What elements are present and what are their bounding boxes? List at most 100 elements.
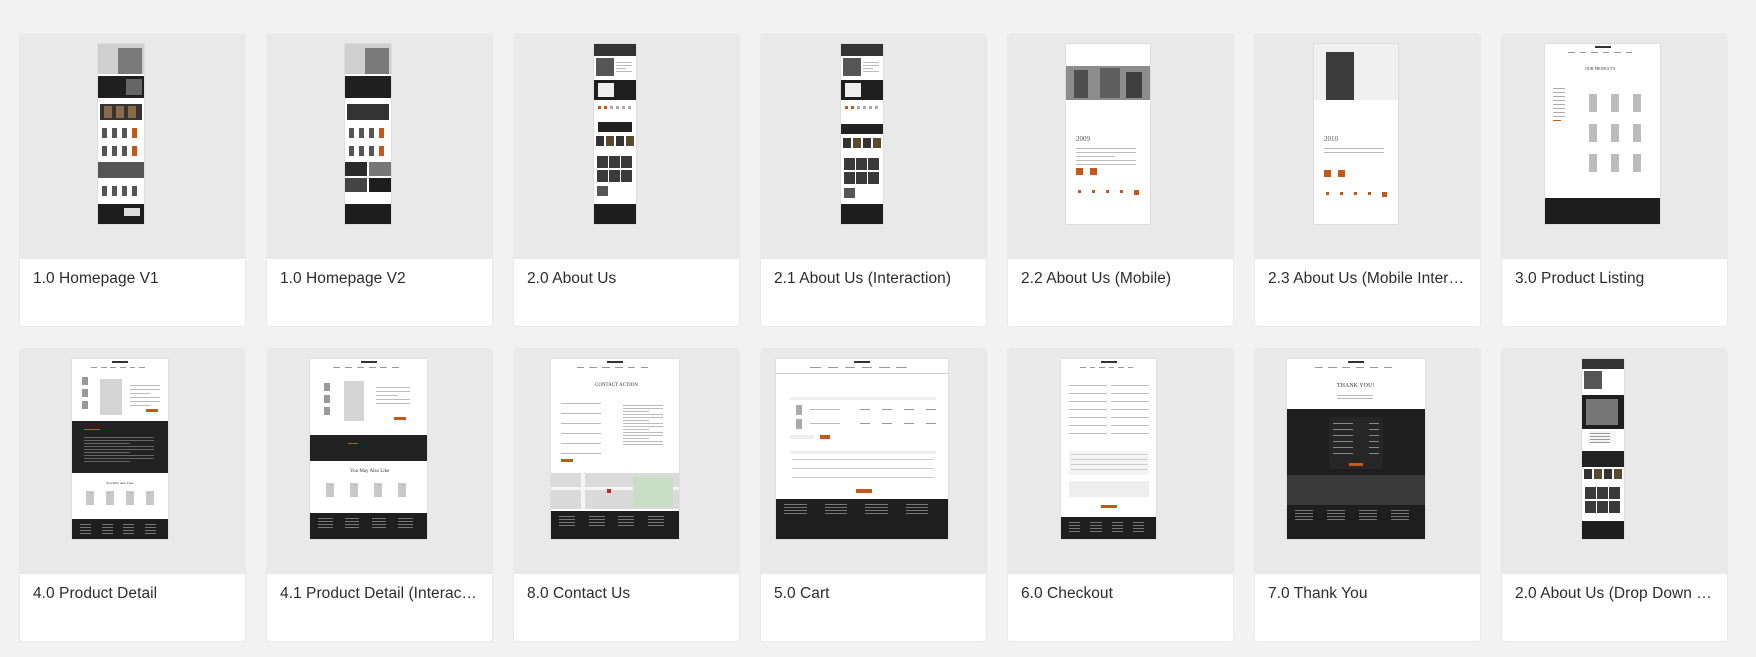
mockup-button	[394, 417, 406, 420]
mockup-heading: CONTACT ACTION	[595, 383, 638, 388]
mockup-filter-line	[1553, 120, 1561, 121]
mockup-nav-link	[844, 367, 856, 368]
mockup-field	[1111, 393, 1149, 394]
mockup-footer-line	[784, 507, 807, 508]
mockup-footer-line	[80, 533, 92, 534]
mockup-image	[853, 138, 861, 148]
mockup-footer-line	[1069, 531, 1081, 532]
mockup-dot	[1106, 190, 1109, 193]
mockup-dot	[604, 106, 607, 109]
mockup-footer-line	[318, 527, 333, 528]
mockup-product	[1589, 154, 1597, 172]
mockup-footer-line	[318, 524, 333, 525]
artboard-card[interactable]: CONTACT ACTION 8.0 Contact Us	[514, 349, 739, 641]
mockup-text-line	[882, 423, 892, 424]
mockup-footer-line	[1391, 510, 1409, 511]
mockup-text-line	[616, 62, 632, 63]
mockup-product	[112, 186, 117, 196]
mockup-footer-line	[1295, 510, 1313, 511]
mockup-product	[1633, 94, 1641, 112]
mockup-product	[359, 128, 364, 138]
artboard-card[interactable]: THANK YOU! 7.0 Thank You	[1255, 349, 1480, 641]
mockup-dot	[1382, 192, 1387, 197]
mockup-footer-line	[588, 516, 605, 517]
mockup-footer-line	[1090, 528, 1102, 529]
mockup-footer-line	[1069, 525, 1081, 526]
mockup-product	[104, 106, 112, 118]
mockup-image	[1126, 72, 1142, 98]
mockup-thumb	[82, 377, 88, 385]
artboard-card[interactable]: 2009 2.2 About Us (Mobile)	[1008, 34, 1233, 326]
mockup-nav-link	[1127, 367, 1134, 368]
mockup-nav-link	[1383, 367, 1392, 368]
mockup-dot	[1120, 190, 1123, 193]
mockup-footer-line	[1132, 522, 1144, 523]
mockup-dot	[1354, 192, 1357, 195]
mockup-footer-line	[398, 518, 413, 519]
artboard-card[interactable]: 2.1 About Us (Interaction)	[761, 34, 986, 326]
mockup-text-line	[904, 409, 914, 410]
artboard-card[interactable]: You May Also Like 4.1 Product Detail (Int…	[267, 349, 492, 641]
mockup-footer	[72, 519, 168, 539]
mockup-image	[1614, 469, 1622, 479]
mockup-nav-link	[1080, 367, 1086, 368]
mockup-footer-line	[344, 518, 360, 519]
mockup-text-line	[1324, 152, 1384, 153]
mockup-logo	[112, 361, 128, 363]
artboard-card[interactable]: 2.0 About Us (Drop Down M...	[1502, 349, 1727, 641]
artboard-card[interactable]: 6.0 Checkout	[1008, 349, 1233, 641]
artboard-card[interactable]: 1.0 Homepage V2	[267, 34, 492, 326]
artboard-card[interactable]: OUR PRODUCTS 3.0 Product Listing	[1502, 34, 1727, 326]
mockup-product	[379, 146, 384, 156]
mockup-image	[843, 138, 851, 148]
mockup-product	[122, 186, 127, 196]
artboard-card[interactable]: You May Also Like 4.0 Product Detail	[20, 349, 245, 641]
mockup-nav-link	[1568, 52, 1575, 53]
mockup-image	[1609, 487, 1620, 499]
mockup-thumb	[324, 383, 330, 391]
mockup-text-line	[863, 62, 879, 63]
mockup-text-line	[623, 435, 663, 436]
artboard-card[interactable]: 5.0 Cart	[761, 349, 986, 641]
mockup-text-line	[130, 389, 160, 390]
mockup-footer-line	[865, 513, 888, 514]
mockup-footer-line	[905, 504, 929, 505]
mockup-product	[126, 491, 134, 505]
mockup-text-line	[1076, 156, 1115, 157]
mockup-nav-link	[356, 367, 364, 368]
mockup-footer-line	[1327, 519, 1345, 520]
mockup-text-line	[1369, 423, 1379, 424]
mockup-footer-line	[559, 525, 576, 526]
mockup-product-row	[347, 104, 389, 120]
mockup-nav-link	[368, 367, 376, 368]
mockup-text-line	[1333, 447, 1353, 448]
mockup-footer	[594, 204, 636, 224]
mockup-dot	[622, 106, 625, 109]
mockup-nav-link	[391, 367, 399, 368]
artboard-label: 4.1 Product Detail (Interaction)	[280, 585, 492, 602]
artboard-preview-contact: CONTACT ACTION	[551, 359, 679, 539]
mockup-row-line	[792, 468, 934, 469]
mockup-footer-line	[647, 516, 664, 517]
mockup-footer-line	[1090, 525, 1102, 526]
mockup-nav-link	[1602, 52, 1610, 53]
mockup-hero	[841, 44, 883, 56]
mockup-footer-line	[1111, 525, 1123, 526]
mockup-nav-link	[100, 367, 107, 368]
mockup-button	[1349, 463, 1363, 466]
mockup-text-line	[376, 399, 410, 400]
mockup-text-line	[926, 423, 936, 424]
mockup-button	[820, 435, 830, 439]
mockup-nav-link	[862, 367, 873, 368]
artboard-card[interactable]: 2.0 About Us	[514, 34, 739, 326]
mockup-banner	[369, 162, 391, 176]
artboard-card[interactable]: 2010 2.3 About Us (Mobile Interac...	[1255, 34, 1480, 326]
mockup-nav-link	[576, 367, 585, 368]
artboard-card[interactable]: 1.0 Homepage V1	[20, 34, 245, 326]
mockup-image	[1100, 68, 1120, 98]
mockup-nav-link	[333, 367, 341, 368]
mockup-footer-line	[398, 521, 413, 522]
mockup-image	[856, 172, 867, 184]
mockup-image	[844, 172, 855, 184]
mockup-footer-line	[1132, 525, 1144, 526]
